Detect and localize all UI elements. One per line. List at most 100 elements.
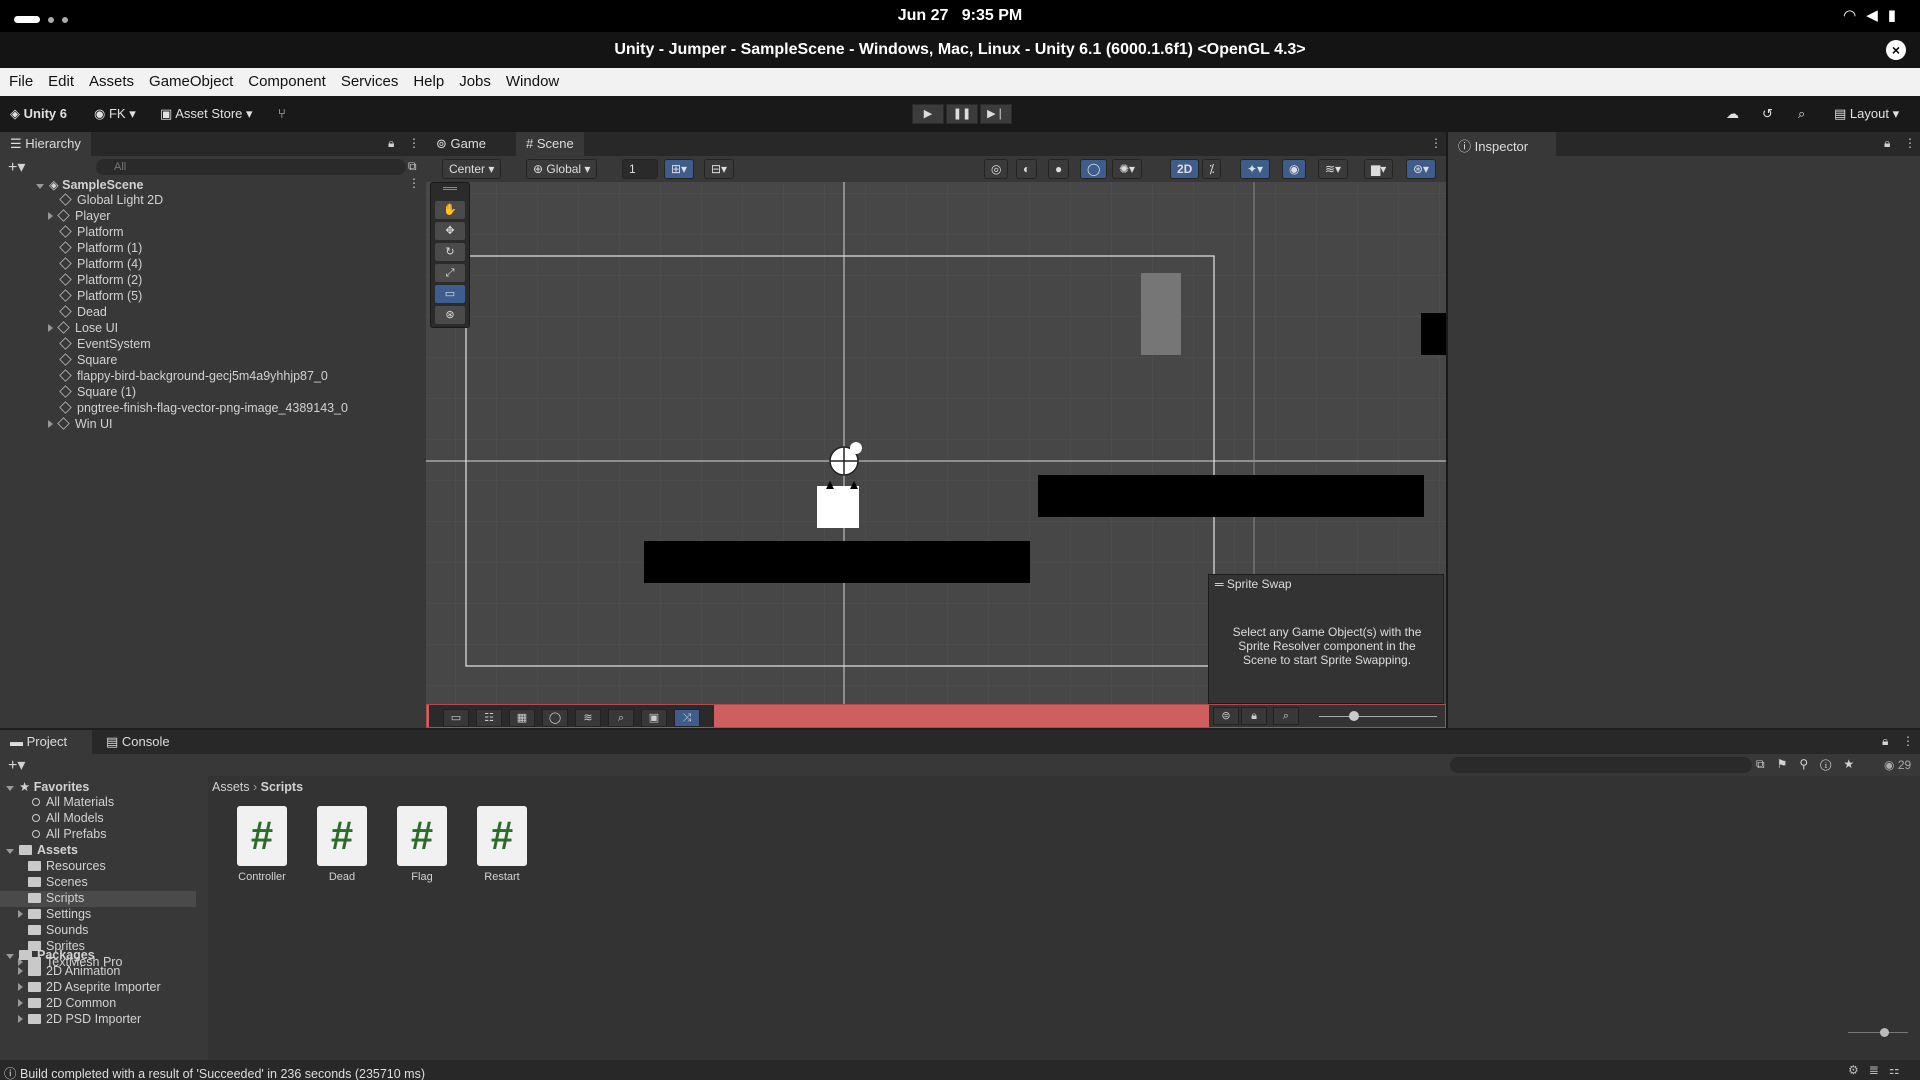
menu-assets[interactable]: Assets xyxy=(89,68,134,90)
hierarchy-item[interactable]: Win UI xyxy=(48,417,113,433)
shading-wireframe-toggle[interactable]: ◐ xyxy=(1016,159,1038,179)
asset-folder-item[interactable]: Settings xyxy=(0,907,196,923)
menu-jobs[interactable]: Jobs xyxy=(459,68,491,90)
expand-arrow-icon[interactable] xyxy=(18,983,23,991)
tab-console[interactable]: ▤ Console xyxy=(96,730,180,754)
sprite-swap-header[interactable]: ═ Sprite Swap xyxy=(1215,577,1292,591)
favorite-item[interactable]: All Prefabs xyxy=(32,827,106,843)
layers-dropdown[interactable]: ≋▾ xyxy=(1318,159,1349,179)
hierarchy-item[interactable]: Dead xyxy=(59,305,107,321)
hand-tool-icon[interactable]: ✋ xyxy=(435,201,465,219)
history-icon[interactable]: ↺ xyxy=(1762,106,1773,122)
space-dropdown[interactable]: ⊕ Global ▾ xyxy=(526,159,598,179)
icon-size-thumb[interactable] xyxy=(1880,1028,1889,1037)
hierarchy-item[interactable]: Platform xyxy=(59,225,124,241)
layers-icon[interactable]: ≋ xyxy=(575,709,601,727)
menu-help[interactable]: Help xyxy=(413,68,444,90)
project-lock-icon[interactable]: 🔒︎ xyxy=(1882,734,1888,749)
script-asset[interactable]: # Flag xyxy=(382,806,462,883)
scene-root-item[interactable]: ◈ SampleScene xyxy=(36,177,143,193)
asset-folder-item[interactable]: Scenes xyxy=(0,875,196,891)
hierarchy-item[interactable]: Platform (1) xyxy=(59,241,142,257)
assets-root-item[interactable]: Assets xyxy=(6,843,78,859)
hierarchy-item[interactable]: Square xyxy=(59,353,117,369)
project-more-icon[interactable]: ⋮ xyxy=(1902,734,1914,748)
project-search-input[interactable] xyxy=(1450,757,1752,773)
breadcrumb-scripts[interactable]: Scripts xyxy=(261,780,303,794)
package-item[interactable]: 2D Animation xyxy=(18,964,120,980)
thumbnail-size-slider[interactable] xyxy=(1319,716,1437,717)
cloud-icon[interactable]: ☁ xyxy=(1726,106,1739,122)
create-asset-button[interactable]: +▾ xyxy=(8,755,25,775)
version-control-icon[interactable]: ⑂ xyxy=(278,106,286,121)
menu-window[interactable]: Window xyxy=(506,68,559,90)
packages-root-item[interactable]: Packages xyxy=(6,948,95,964)
expand-arrow-icon[interactable] xyxy=(18,910,23,918)
more-options-icon[interactable]: ⋮ xyxy=(408,136,420,150)
transform-tool-icon[interactable]: ⊛ xyxy=(435,306,465,324)
shading-shaded-toggle[interactable]: ● xyxy=(1048,159,1070,179)
breadcrumb-assets[interactable]: Assets xyxy=(212,780,250,794)
hierarchy-item[interactable]: Platform (2) xyxy=(59,273,142,289)
pivot-dropdown[interactable]: Center ▾ xyxy=(442,159,502,179)
grid-visibility-dropdown[interactable]: ⊞▾ xyxy=(664,159,695,179)
script-asset[interactable]: # Controller xyxy=(222,806,302,883)
hierarchy-item[interactable]: Player xyxy=(48,209,110,225)
asset-store-dropdown[interactable]: ▣ Asset Store ▾ xyxy=(160,106,253,122)
search-options-icon[interactable]: ⧉ xyxy=(408,159,417,174)
hidden-count[interactable]: ◉ 29 xyxy=(1884,758,1911,772)
add-object-button[interactable]: +▾ xyxy=(8,157,25,177)
lock-icon[interactable]: 🔒︎ xyxy=(388,136,394,151)
shading-lit-toggle[interactable]: ◯ xyxy=(1080,159,1108,179)
scene-menu-icon[interactable]: ⋮ xyxy=(408,176,420,190)
play-button[interactable]: ▶ xyxy=(912,104,944,124)
tab-inspector[interactable]: ⓘ Inspector xyxy=(1448,132,1556,156)
hierarchy-item[interactable]: Platform (5) xyxy=(59,289,142,305)
rect-select-icon[interactable]: ▭ xyxy=(443,709,469,727)
hierarchy-item[interactable]: Platform (4) xyxy=(59,257,142,273)
palette-drag-handle[interactable] xyxy=(443,187,457,190)
step-button[interactable]: ▶❘ xyxy=(980,104,1012,124)
package-item[interactable]: 2D PSD Importer xyxy=(18,1012,141,1028)
system-tray[interactable]: ◠◀▮ xyxy=(1843,6,1906,24)
scale-tool-icon[interactable]: ⤢ xyxy=(435,264,465,282)
lighting-dropdown[interactable]: ✺▾ xyxy=(1112,159,1143,179)
inspector-more-icon[interactable]: ⋮ xyxy=(1904,136,1916,150)
shuffle-icon[interactable]: ⤨ xyxy=(674,709,700,727)
audio-toggle[interactable]: ⁒ xyxy=(1202,159,1222,179)
expand-arrow-icon[interactable] xyxy=(48,420,53,428)
project-filter-buttons[interactable]: ⧉⚑⚲ⓘ★ xyxy=(1756,757,1866,772)
inspector-lock-icon[interactable]: 🔒︎ xyxy=(1884,136,1890,151)
layout-dropdown[interactable]: ▤ Layout ▾ xyxy=(1834,106,1899,122)
tab-hierarchy[interactable]: ☰ Hierarchy xyxy=(0,132,91,156)
camera-icon[interactable]: ▣ xyxy=(641,709,667,727)
favorites-item[interactable]: ★ Favorites xyxy=(6,779,89,795)
script-asset[interactable]: # Dead xyxy=(302,806,382,883)
hierarchy-item[interactable]: Lose UI xyxy=(48,321,118,337)
hierarchy-search-input[interactable]: All xyxy=(96,159,406,175)
script-asset[interactable]: # Restart xyxy=(462,806,542,883)
menu-file[interactable]: File xyxy=(9,68,33,90)
zoom-icon[interactable]: ⌕ xyxy=(608,709,634,727)
account-dropdown[interactable]: ◉ FK ▾ xyxy=(94,106,136,122)
menu-component[interactable]: Component xyxy=(248,68,326,90)
gizmos-dropdown[interactable]: ⊛▾ xyxy=(1406,159,1437,179)
hierarchy-item[interactable]: Global Light 2D xyxy=(59,193,163,209)
status-tray-icons[interactable]: ⚙≣⚏ xyxy=(1848,1063,1910,1077)
filter-icon[interactable]: ⊜ xyxy=(1213,707,1239,725)
rotate-tool-icon[interactable]: ↻ xyxy=(435,243,465,261)
menu-gameobject[interactable]: GameObject xyxy=(149,68,233,90)
pause-button[interactable]: ❚❚ xyxy=(946,104,978,124)
asset-folder-item[interactable]: Sounds xyxy=(0,923,196,939)
hierarchy-item[interactable]: flappy-bird-background-gecj5m4a9yhhjp87_… xyxy=(59,369,328,385)
expand-arrow-icon[interactable] xyxy=(18,967,23,975)
orientation-gizmo-toggle[interactable]: ◎ xyxy=(984,159,1009,179)
expand-arrow-icon[interactable] xyxy=(48,212,53,220)
status-message[interactable]: ⓘ Build completed with a result of 'Succ… xyxy=(4,1063,425,1080)
mode-2d-toggle[interactable]: 2D xyxy=(1170,159,1200,179)
sprite-lock-icon[interactable]: 🔒︎ xyxy=(1241,707,1267,725)
close-window-button[interactable]: × xyxy=(1886,40,1906,60)
grid-snap-input[interactable]: 1 xyxy=(622,159,658,179)
hierarchy-item[interactable]: pngtree-finish-flag-vector-png-image_438… xyxy=(59,401,348,417)
favorite-item[interactable]: All Materials xyxy=(32,795,114,811)
